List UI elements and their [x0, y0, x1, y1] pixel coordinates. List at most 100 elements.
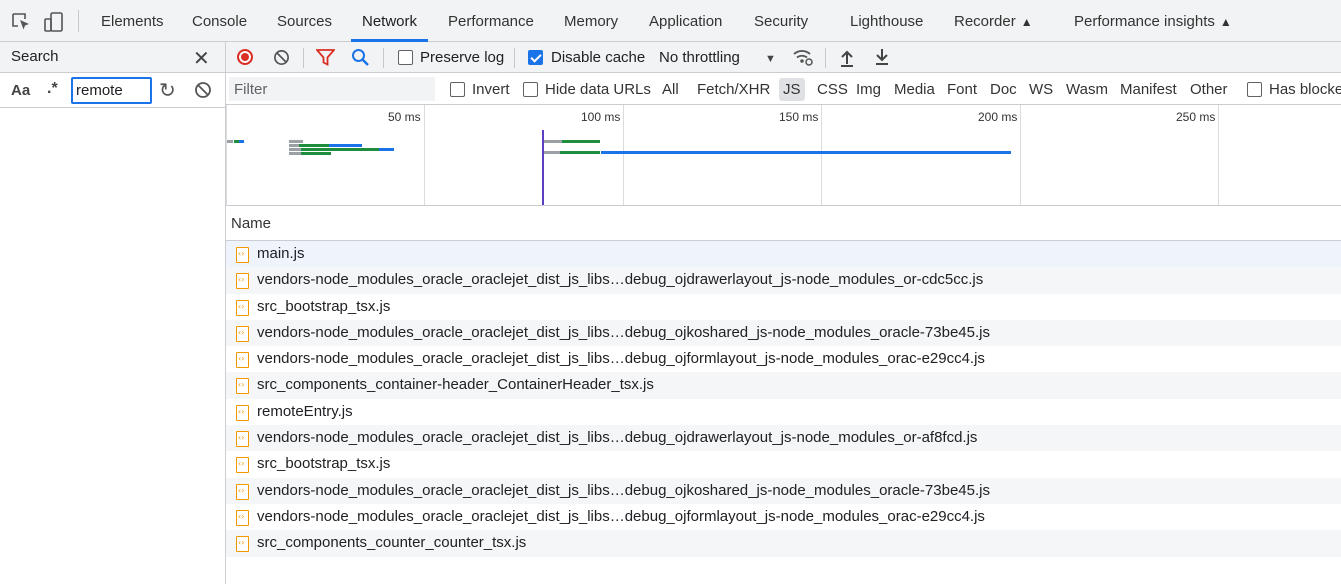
js-file-icon — [236, 404, 249, 421]
js-file-icon — [236, 273, 249, 290]
type-filter-wasm[interactable]: Wasm — [1062, 78, 1112, 101]
tab-performance[interactable]: Performance — [448, 0, 534, 42]
search-panel-header: Search ✕ — [0, 42, 225, 73]
timeline-gridline — [623, 105, 624, 205]
clear-icon[interactable] — [194, 81, 212, 99]
has-blocked-cookies-checkbox[interactable] — [1247, 82, 1262, 97]
type-filter-media[interactable]: Media — [890, 78, 939, 101]
network-conditions-icon[interactable] — [792, 47, 814, 68]
waterfall-bar — [289, 148, 301, 151]
export-har-icon[interactable] — [874, 48, 890, 66]
waterfall-bar — [289, 140, 303, 143]
type-filter-font[interactable]: Font — [943, 78, 981, 101]
request-name: main.js — [257, 245, 305, 262]
request-name: vendors-node_modules_oracle_oraclejet_di… — [257, 323, 990, 341]
device-toolbar-icon[interactable] — [43, 11, 65, 33]
type-filter-other[interactable]: Other — [1186, 78, 1232, 101]
waterfall-bar — [329, 144, 362, 147]
disable-cache-checkbox[interactable] — [528, 50, 543, 65]
request-name: vendors-node_modules_oracle_oraclejet_di… — [257, 350, 985, 368]
invert-label: Invert — [472, 81, 510, 98]
table-row[interactable]: src_components_container-header_Containe… — [226, 372, 1341, 399]
timeline-gridline — [1020, 105, 1021, 205]
waterfall-bar — [239, 140, 244, 143]
timeline-tick-label: 100 ms — [581, 110, 621, 124]
match-case-button[interactable]: Aa — [11, 82, 30, 99]
tab-lighthouse[interactable]: Lighthouse — [850, 0, 923, 42]
tab-memory[interactable]: Memory — [564, 0, 618, 42]
hide-data-urls-label: Hide data URLs — [545, 81, 651, 98]
table-row[interactable]: vendors-node_modules_oracle_oraclejet_di… — [226, 319, 1341, 347]
preserve-log-label: Preserve log — [420, 49, 505, 66]
timeline-overview[interactable]: 50 ms 100 ms 150 ms 200 ms 250 ms — [226, 105, 1341, 206]
type-filter-img[interactable]: Img — [852, 78, 885, 101]
tab-performance-insights-label: Performance insights — [1074, 13, 1215, 30]
tab-network[interactable]: Network — [351, 0, 429, 42]
close-icon[interactable]: ✕ — [193, 46, 210, 71]
tab-elements[interactable]: Elements — [101, 0, 164, 42]
filter-bar: Invert Hide data URLs All Fetch/XHR JS C… — [226, 73, 1341, 105]
tab-sources[interactable]: Sources — [277, 0, 332, 42]
regex-button[interactable]: .* — [47, 80, 58, 98]
hide-data-urls-checkbox[interactable] — [523, 82, 538, 97]
request-name: src_components_container-header_Containe… — [257, 376, 654, 394]
timeline-gridline — [1218, 105, 1219, 205]
table-row[interactable]: src_bootstrap_tsx.js — [226, 451, 1341, 477]
request-name: src_components_counter_counter_tsx.js — [257, 534, 527, 552]
request-name: vendors-node_modules_oracle_oraclejet_di… — [257, 481, 990, 499]
waterfall-bar — [301, 152, 331, 155]
waterfall-bar — [601, 151, 1011, 154]
import-har-icon[interactable] — [839, 49, 855, 67]
throttling-select[interactable]: No throttling ▼ — [659, 42, 776, 73]
type-filter-ws[interactable]: WS — [1025, 78, 1057, 101]
experimental-flask-icon: ▲ — [1219, 15, 1232, 29]
tab-performance-insights[interactable]: Performance insights ▲ — [1074, 0, 1232, 42]
table-row[interactable]: vendors-node_modules_oracle_oraclejet_di… — [226, 267, 1341, 294]
search-tools: Aa .* ↻ — [0, 73, 225, 108]
table-row[interactable]: vendors-node_modules_oracle_oraclejet_di… — [226, 504, 1341, 530]
js-file-icon — [236, 509, 249, 526]
tab-application[interactable]: Application — [649, 0, 722, 42]
record-button[interactable] — [237, 49, 253, 65]
table-row[interactable]: vendors-node_modules_oracle_oraclejet_di… — [226, 425, 1341, 452]
inspect-element-icon[interactable] — [10, 11, 32, 33]
table-row[interactable]: vendors-node_modules_oracle_oraclejet_di… — [226, 477, 1341, 504]
timeline-tick-label: 50 ms — [388, 110, 421, 124]
preserve-log-checkbox[interactable] — [398, 50, 413, 65]
type-filter-js[interactable]: JS — [779, 78, 805, 101]
type-filter-css[interactable]: CSS — [813, 78, 852, 101]
search-input[interactable] — [71, 77, 152, 104]
table-row[interactable]: vendors-node_modules_oracle_oraclejet_di… — [226, 346, 1341, 372]
tab-console[interactable]: Console — [192, 0, 247, 42]
waterfall-bar — [227, 140, 233, 143]
tab-recorder[interactable]: Recorder ▲ — [954, 0, 1033, 42]
chevron-down-icon: ▼ — [765, 53, 776, 65]
column-header-name[interactable]: Name — [231, 215, 271, 232]
js-file-icon — [236, 299, 249, 316]
table-row[interactable]: src_bootstrap_tsx.js — [226, 294, 1341, 320]
type-filter-doc[interactable]: Doc — [986, 78, 1021, 101]
timeline-gridline — [821, 105, 822, 205]
table-row[interactable]: remoteEntry.js — [226, 399, 1341, 425]
disable-cache-label: Disable cache — [551, 49, 646, 66]
request-rows: main.js vendors-node_modules_oracle_orac… — [226, 241, 1341, 557]
refresh-icon[interactable]: ↻ — [159, 78, 176, 103]
clear-log-icon[interactable] — [273, 49, 290, 66]
filter-icon[interactable] — [316, 49, 335, 66]
dom-content-loaded-marker — [542, 130, 544, 205]
requests-table: Name main.js vendors-node_modules_oracle… — [226, 206, 1341, 584]
invert-checkbox[interactable] — [450, 82, 465, 97]
table-row[interactable]: src_components_counter_counter_tsx.js — [226, 530, 1341, 557]
search-icon[interactable] — [351, 48, 370, 67]
devtools-tab-bar: Elements Console Sources Network Perform… — [0, 0, 1341, 42]
type-filter-manifest[interactable]: Manifest — [1116, 78, 1181, 101]
throttling-value: No throttling — [659, 49, 740, 66]
tab-security[interactable]: Security — [754, 0, 808, 42]
js-file-icon — [236, 247, 249, 263]
table-row[interactable]: main.js — [226, 241, 1341, 268]
js-file-icon — [236, 536, 249, 553]
request-name: src_bootstrap_tsx.js — [257, 297, 391, 315]
type-filter-all[interactable]: All — [658, 78, 683, 101]
filter-input[interactable] — [229, 77, 435, 101]
type-filter-fetch-xhr[interactable]: Fetch/XHR — [693, 78, 774, 101]
